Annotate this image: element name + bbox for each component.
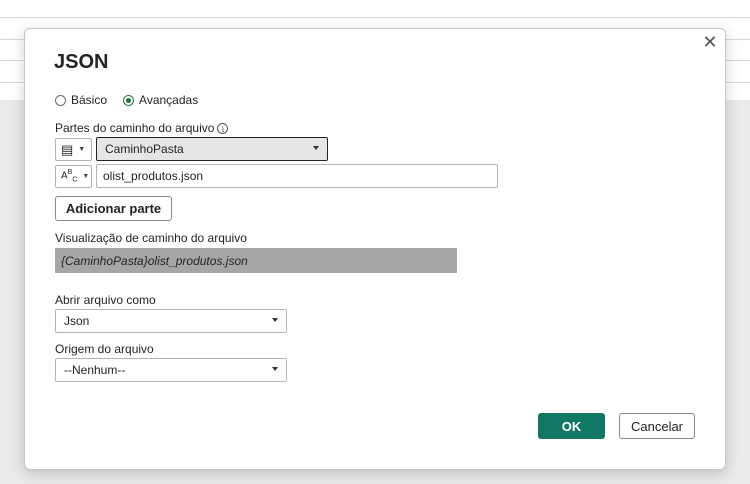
file-origin-value: --Nenhum-- (64, 363, 126, 377)
chevron-down-icon: ▼ (82, 173, 90, 180)
parameter-select-value: CaminhoPasta (105, 142, 184, 156)
radio-basic[interactable] (55, 94, 66, 106)
path-parts-label-group: Partes do caminho do arquivo i (55, 121, 229, 135)
background-divider (0, 17, 750, 18)
open-as-select[interactable]: Json (55, 309, 287, 333)
file-origin-label: Origem do arquivo (55, 342, 154, 356)
radio-advanced-label[interactable]: Avançadas (139, 93, 198, 107)
open-as-label: Abrir arquivo como (55, 293, 156, 307)
text-type-icon: ABC (61, 169, 78, 184)
part-type-button-1[interactable]: ▤ ▼ (55, 138, 92, 161)
chevron-down-icon (313, 146, 319, 150)
open-as-value: Json (64, 314, 90, 328)
chevron-down-icon: ▼ (78, 146, 86, 153)
cancel-button[interactable]: Cancelar (619, 413, 695, 439)
json-dialog: ✕ JSON Básico Avançadas Partes do caminh… (24, 28, 726, 470)
info-icon[interactable]: i (217, 123, 229, 135)
table-icon: ▤ (61, 141, 74, 157)
ok-button[interactable]: OK (538, 413, 605, 439)
mode-radio-group: Básico Avançadas (55, 93, 214, 107)
preview-label: Visualização de caminho do arquivo (55, 231, 247, 245)
chevron-down-icon (272, 318, 278, 322)
parameter-select[interactable]: CaminhoPasta (96, 137, 328, 161)
path-preview-box: {CaminhoPasta}olist_produtos.json (55, 248, 457, 273)
radio-advanced[interactable] (123, 94, 135, 106)
close-icon[interactable]: ✕ (701, 33, 719, 51)
radio-basic-label[interactable]: Básico (71, 93, 107, 107)
path-part-text-input[interactable] (96, 164, 498, 188)
chevron-down-icon (272, 367, 278, 371)
dialog-title: JSON (54, 51, 109, 73)
path-parts-label: Partes do caminho do arquivo (55, 121, 215, 135)
file-origin-select[interactable]: --Nenhum-- (55, 358, 287, 382)
part-type-button-2[interactable]: ABC ▼ (55, 165, 92, 188)
add-part-button[interactable]: Adicionar parte (55, 196, 172, 221)
path-preview-value: {CaminhoPasta}olist_produtos.json (61, 253, 248, 268)
